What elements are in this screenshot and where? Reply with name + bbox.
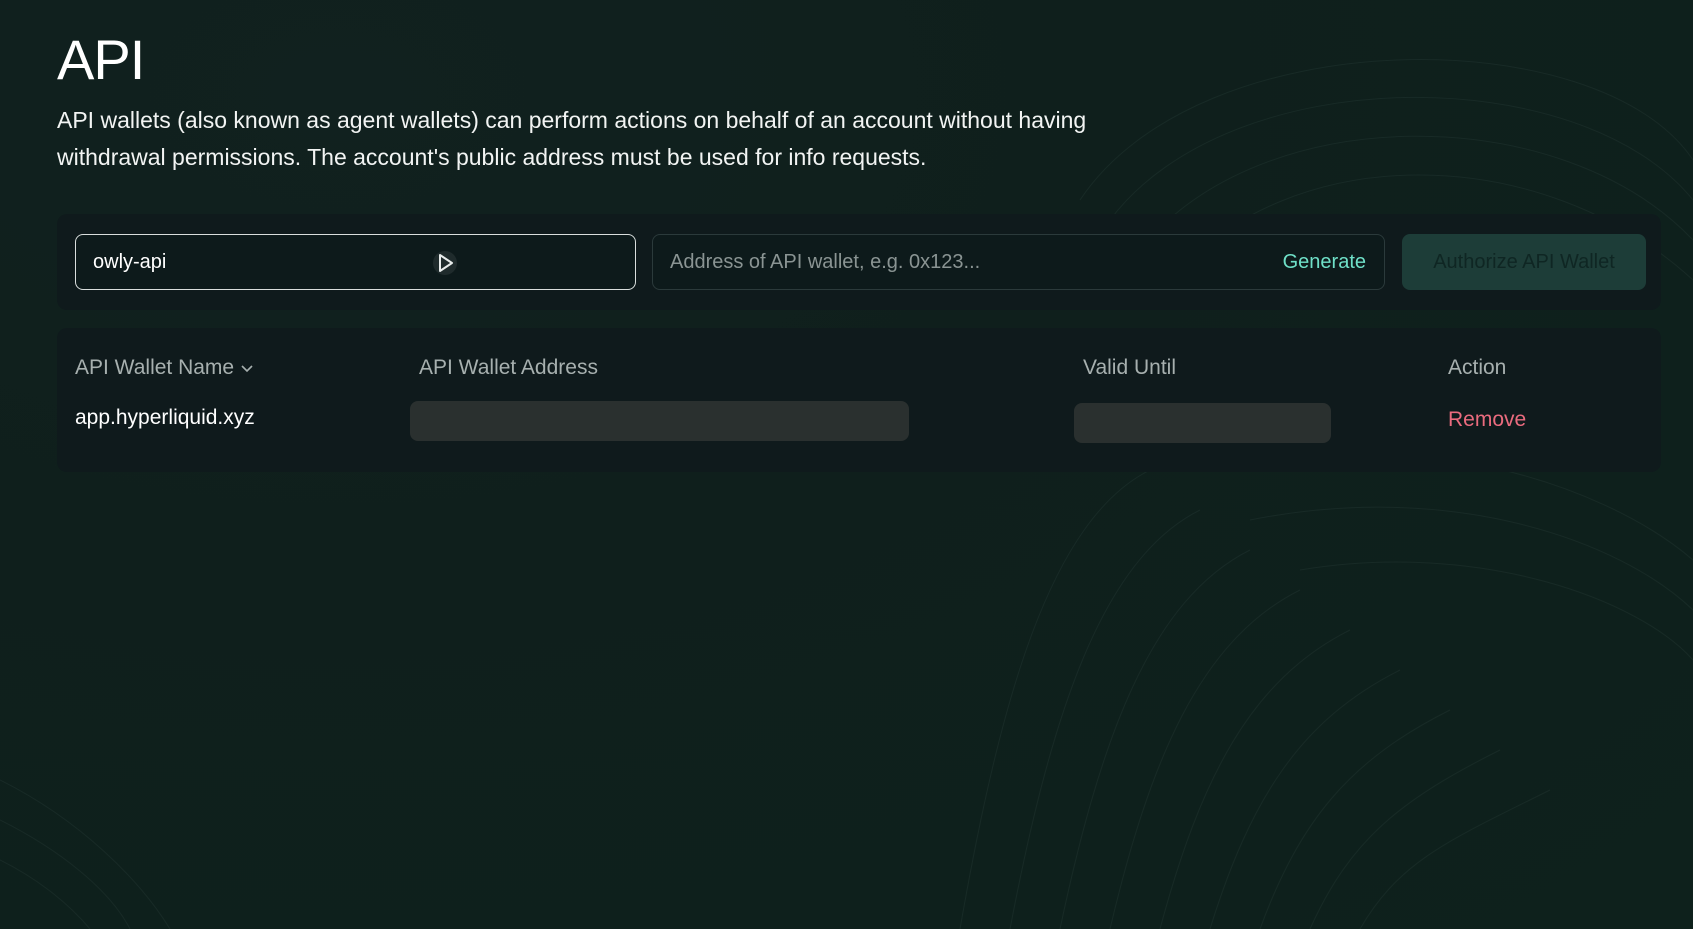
authorize-wallet-form: Generate Authorize API Wallet [57, 214, 1661, 310]
authorize-api-wallet-button[interactable]: Authorize API Wallet [1402, 234, 1646, 290]
column-header-name[interactable]: API Wallet Name [75, 356, 254, 380]
column-header-address: API Wallet Address [419, 356, 598, 379]
wallet-name-field[interactable] [75, 234, 636, 290]
page-title: API [57, 28, 145, 91]
chevron-down-icon [241, 365, 253, 373]
generate-button[interactable]: Generate [1283, 251, 1366, 274]
valid-until-placeholder [1074, 403, 1331, 443]
page-description: API wallets (also known as agent wallets… [57, 107, 1087, 170]
column-header-valid-until: Valid Until [1083, 356, 1176, 379]
wallet-address-field[interactable]: Generate [652, 234, 1385, 290]
wallet-name-cell: app.hyperliquid.xyz [75, 406, 255, 429]
wallet-address-input[interactable] [653, 235, 1253, 289]
remove-button[interactable]: Remove [1448, 408, 1526, 432]
wallet-name-input[interactable] [76, 235, 635, 289]
column-header-name-label: API Wallet Name [75, 356, 235, 379]
wallet-address-placeholder [410, 401, 909, 441]
page-container: API API wallets (also known as agent wal… [0, 0, 1693, 176]
api-wallets-table: API Wallet Name API Wallet Address Valid… [57, 328, 1661, 472]
column-header-action: Action [1448, 356, 1507, 379]
